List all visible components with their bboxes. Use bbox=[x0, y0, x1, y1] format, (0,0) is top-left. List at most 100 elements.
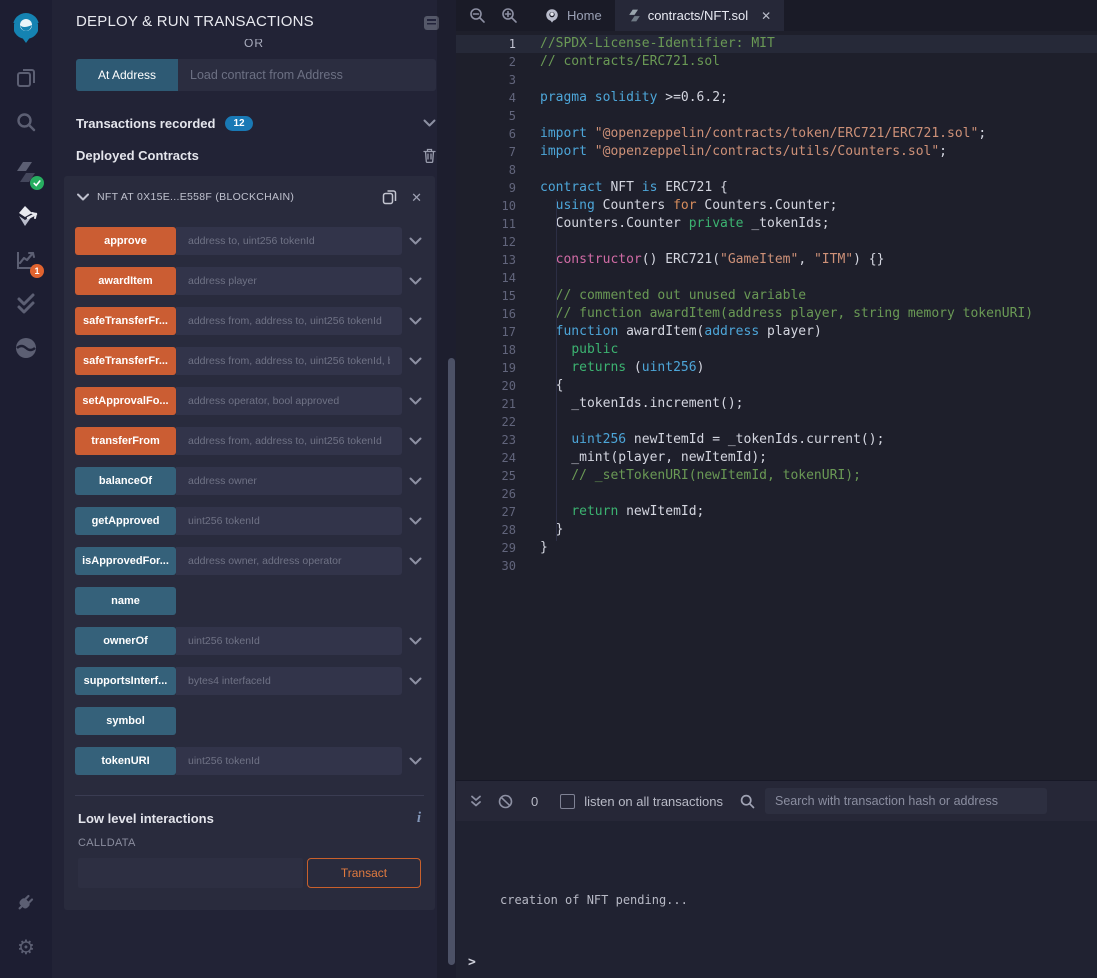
zoom-in-icon[interactable] bbox=[501, 7, 518, 24]
function-expand-chevron-icon[interactable] bbox=[402, 307, 429, 335]
function-args-input[interactable] bbox=[176, 627, 402, 655]
function-button-supportsinterf[interactable]: supportsInterf... bbox=[75, 667, 176, 695]
listen-all-transactions-checkbox[interactable] bbox=[560, 794, 575, 809]
function-args-input[interactable] bbox=[176, 387, 402, 415]
function-button-awarditem[interactable]: awardItem bbox=[75, 267, 176, 295]
function-expand-chevron-icon[interactable] bbox=[402, 547, 429, 575]
file-explorer-icon bbox=[15, 67, 37, 89]
unit-testing-icon bbox=[14, 292, 38, 316]
tab-close-icon[interactable]: ✕ bbox=[761, 9, 771, 23]
line-number: 29 bbox=[456, 539, 516, 557]
terminal-output[interactable]: creation of NFT pending... > bbox=[456, 821, 1097, 978]
low-level-interactions-title: Low level interactions bbox=[78, 811, 214, 826]
code-line: 18 public bbox=[456, 341, 1097, 359]
at-address-button[interactable]: At Address bbox=[76, 59, 178, 91]
function-button-name[interactable]: name bbox=[75, 587, 176, 615]
function-args-input[interactable] bbox=[176, 467, 402, 495]
line-number: 8 bbox=[456, 161, 516, 179]
function-row: safeTransferFr... bbox=[75, 307, 429, 335]
transactions-expand-chevron-icon[interactable] bbox=[423, 119, 436, 128]
function-expand-chevron-icon[interactable] bbox=[402, 347, 429, 375]
line-number: 16 bbox=[456, 305, 516, 323]
function-button-symbol[interactable]: symbol bbox=[75, 707, 176, 735]
settings-gear-icon: ⚙ bbox=[17, 938, 35, 958]
function-args-input[interactable] bbox=[176, 507, 402, 535]
function-expand-chevron-icon[interactable] bbox=[402, 627, 429, 655]
function-row: setApprovalFo... bbox=[75, 387, 429, 415]
function-args-input[interactable] bbox=[176, 227, 402, 255]
terminal-prompt: > bbox=[468, 955, 476, 970]
function-button-approve[interactable]: approve bbox=[75, 227, 176, 255]
function-button-balanceof[interactable]: balanceOf bbox=[75, 467, 176, 495]
function-args-input[interactable] bbox=[176, 667, 402, 695]
zoom-out-icon[interactable] bbox=[469, 7, 486, 24]
code-line: 22 bbox=[456, 413, 1097, 431]
code-line: 12 bbox=[456, 233, 1097, 251]
function-expand-chevron-icon[interactable] bbox=[402, 427, 429, 455]
copy-address-icon[interactable] bbox=[382, 189, 397, 205]
clear-instances-trash-icon[interactable] bbox=[423, 148, 436, 163]
code-line: 6import "@openzeppelin/contracts/token/E… bbox=[456, 125, 1097, 143]
code-line: 5 bbox=[456, 107, 1097, 125]
sidebar-item-deploy-run[interactable] bbox=[0, 194, 52, 238]
function-expand-chevron-icon[interactable] bbox=[402, 667, 429, 695]
transactions-recorded-label: Transactions recorded bbox=[76, 116, 215, 131]
tab-home[interactable]: Home bbox=[531, 0, 615, 31]
sidebar-item-static-analysis[interactable]: 1 bbox=[0, 238, 52, 282]
function-button-getapproved[interactable]: getApproved bbox=[75, 507, 176, 535]
sidebar-item-settings[interactable]: ⚙ bbox=[0, 926, 52, 970]
transactions-count-badge: 12 bbox=[225, 116, 252, 131]
function-args-input[interactable] bbox=[176, 547, 402, 575]
code-line: 4pragma solidity >=0.6.2; bbox=[456, 89, 1097, 107]
function-button-tokenuri[interactable]: tokenURI bbox=[75, 747, 176, 775]
at-address-input[interactable] bbox=[178, 59, 436, 91]
function-expand-chevron-icon[interactable] bbox=[402, 387, 429, 415]
terminal-search-input[interactable] bbox=[765, 788, 1047, 814]
line-number: 10 bbox=[456, 197, 516, 215]
function-expand-chevron-icon[interactable] bbox=[402, 467, 429, 495]
function-expand-chevron-icon[interactable] bbox=[402, 507, 429, 535]
clear-console-icon[interactable] bbox=[498, 794, 513, 809]
function-expand-chevron-icon[interactable] bbox=[402, 267, 429, 295]
code-line: 13 constructor() ERC721("GameItem", "ITM… bbox=[456, 251, 1097, 269]
transact-button[interactable]: Transact bbox=[307, 858, 421, 888]
function-button-isapprovedfor[interactable]: isApprovedFor... bbox=[75, 547, 176, 575]
function-args-input[interactable] bbox=[176, 347, 402, 375]
info-icon[interactable]: i bbox=[417, 810, 421, 827]
tab-contracts-nft-sol[interactable]: contracts/NFT.sol ✕ bbox=[615, 0, 784, 31]
panel-scrollbar-thumb[interactable] bbox=[448, 358, 455, 965]
sidebar-item-search[interactable] bbox=[0, 100, 52, 144]
function-expand-chevron-icon[interactable] bbox=[402, 747, 429, 775]
sidebar-item-unit-testing[interactable] bbox=[0, 282, 52, 326]
function-button-setapprovalfo[interactable]: setApprovalFo... bbox=[75, 387, 176, 415]
line-number: 18 bbox=[456, 341, 516, 359]
line-number: 21 bbox=[456, 395, 516, 413]
sidebar-item-solidity-compiler[interactable] bbox=[0, 150, 52, 194]
function-button-safetransferfr[interactable]: safeTransferFr... bbox=[75, 307, 176, 335]
function-button-transferfrom[interactable]: transferFrom bbox=[75, 427, 176, 455]
remix-logo-icon bbox=[544, 8, 560, 23]
function-button-safetransferfr[interactable]: safeTransferFr... bbox=[75, 347, 176, 375]
calldata-input[interactable] bbox=[78, 858, 303, 888]
function-expand-chevron-icon[interactable] bbox=[402, 227, 429, 255]
code-editor[interactable]: 1//SPDX-License-Identifier: MIT2// contr… bbox=[456, 31, 1097, 784]
function-args-input[interactable] bbox=[176, 267, 402, 295]
line-number: 5 bbox=[456, 107, 516, 125]
code-line: 17 function awardItem(address player) bbox=[456, 323, 1097, 341]
function-args-input[interactable] bbox=[176, 747, 402, 775]
line-number: 19 bbox=[456, 359, 516, 377]
sidebar-item-plugin-manager[interactable] bbox=[0, 880, 52, 924]
terminal-expand-chevrons-icon[interactable] bbox=[470, 795, 482, 808]
sidebar-item-debugger[interactable] bbox=[0, 326, 52, 370]
sidebar-item-file-explorer[interactable] bbox=[0, 56, 52, 100]
function-args-input[interactable] bbox=[176, 307, 402, 335]
function-button-ownerof[interactable]: ownerOf bbox=[75, 627, 176, 655]
remove-instance-close-icon[interactable]: ✕ bbox=[411, 191, 422, 204]
line-number: 2 bbox=[456, 53, 516, 71]
remix-logo[interactable] bbox=[0, 0, 52, 56]
code-line: 16 // function awardItem(address player,… bbox=[456, 305, 1097, 323]
function-args-input[interactable] bbox=[176, 427, 402, 455]
contract-collapse-chevron-icon[interactable] bbox=[77, 193, 89, 201]
code-line: 24 _mint(player, newItemId); bbox=[456, 449, 1097, 467]
code-line: 7import "@openzeppelin/contracts/utils/C… bbox=[456, 143, 1097, 161]
